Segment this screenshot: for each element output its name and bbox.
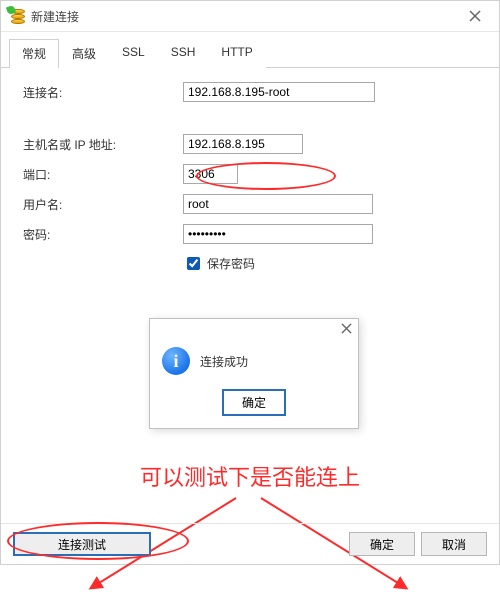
user-label: 用户名: — [23, 196, 133, 213]
pass-input[interactable] — [183, 224, 373, 244]
tab-advanced[interactable]: 高级 — [59, 39, 109, 68]
tab-content: 连接名: 主机名或 IP 地址: 端口: 用户名: 密码: 保存密码 — [1, 68, 499, 541]
conn-name-input[interactable] — [183, 82, 375, 102]
tab-ssl[interactable]: SSL — [109, 39, 158, 68]
test-connection-button[interactable]: 连接测试 — [13, 532, 151, 556]
title-bar: 新建连接 — [1, 1, 499, 32]
annotation-text: 可以测试下是否能连上 — [1, 460, 499, 492]
save-pass-label: 保存密码 — [207, 255, 255, 272]
app-icon — [9, 8, 25, 24]
tab-ssh[interactable]: SSH — [158, 39, 209, 68]
port-input[interactable] — [183, 164, 238, 184]
ok-button[interactable]: 确定 — [349, 532, 415, 556]
footer: 连接测试 确定 取消 — [1, 523, 499, 564]
tab-bar: 常规 高级 SSL SSH HTTP — [1, 32, 499, 68]
close-icon[interactable] — [455, 1, 495, 31]
dialog-window: 新建连接 常规 高级 SSL SSH HTTP 连接名: 主机名或 IP 地址:… — [0, 0, 500, 565]
host-label: 主机名或 IP 地址: — [23, 136, 133, 153]
port-label: 端口: — [23, 166, 133, 183]
tab-general[interactable]: 常规 — [9, 39, 59, 68]
tab-http[interactable]: HTTP — [208, 39, 265, 68]
pass-label: 密码: — [23, 226, 133, 243]
message-box: i 连接成功 确定 — [149, 318, 359, 429]
info-icon: i — [162, 347, 190, 375]
window-title: 新建连接 — [31, 8, 455, 25]
user-input[interactable] — [183, 194, 373, 214]
host-input[interactable] — [183, 134, 303, 154]
message-ok-button[interactable]: 确定 — [222, 389, 286, 416]
message-text: 连接成功 — [200, 353, 248, 370]
message-box-titlebar — [150, 319, 358, 341]
save-pass-checkbox[interactable] — [187, 257, 200, 270]
cancel-button[interactable]: 取消 — [421, 532, 487, 556]
conn-name-label: 连接名: — [23, 84, 133, 101]
close-icon[interactable] — [341, 323, 352, 337]
